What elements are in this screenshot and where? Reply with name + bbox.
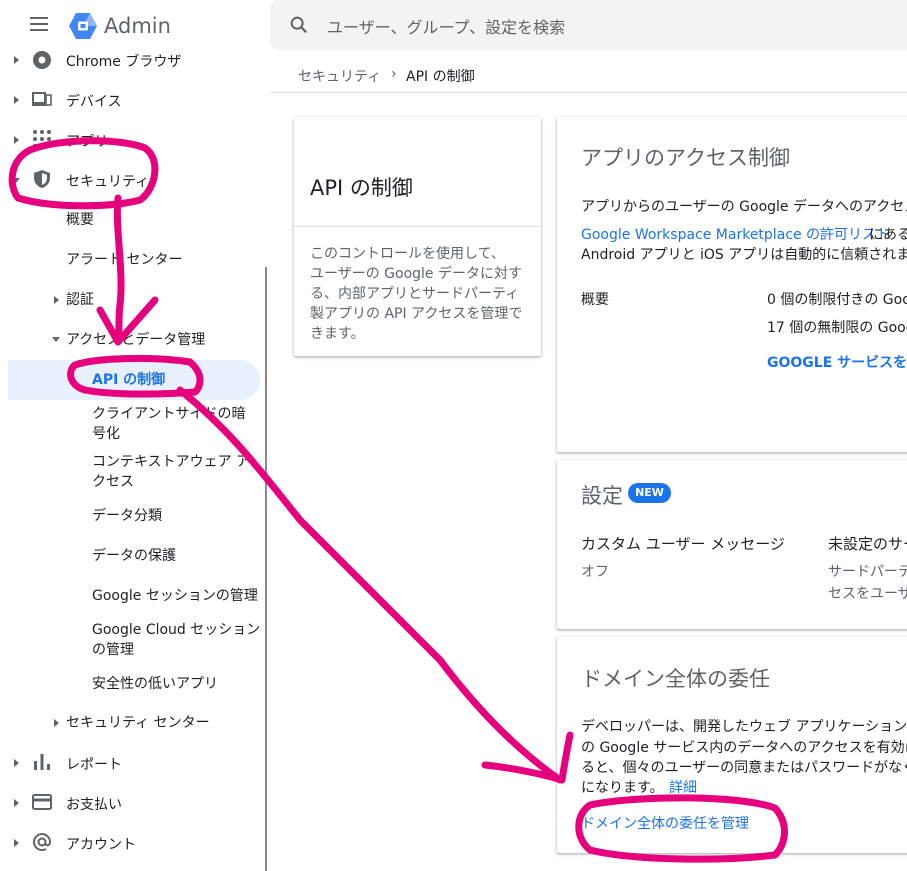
sidebar-item-cloud-session-1[interactable]: Google Cloud セッション	[92, 620, 260, 640]
app-access-description: Android アプリと iOS アプリは自動的に信頼されます	[581, 247, 907, 263]
sidebar-item-security-center[interactable]: セキュリティ センター	[66, 713, 210, 733]
sidebar-item-api-control[interactable]: API の制御	[92, 370, 165, 390]
manage-google-services-link[interactable]: GOOGLE サービスを管	[767, 352, 907, 372]
breadcrumb-separator: ›	[391, 66, 397, 82]
unset-services-description: セスをユーザ	[828, 586, 907, 602]
app-access-description: にある	[869, 227, 907, 243]
sidebar-item-chrome[interactable]: Chrome ブラウザ	[0, 40, 262, 80]
overview-label: 概要	[581, 292, 609, 308]
sidebar-item-label: アカウント	[66, 837, 136, 853]
sidebar-item-auth[interactable]: 認証	[66, 290, 94, 310]
card-description-line: きます。	[310, 326, 365, 342]
custom-message-value: オフ	[581, 564, 609, 580]
sidebar-item-label: デバイス	[66, 94, 122, 110]
caret-right-icon	[14, 799, 19, 807]
sidebar-item-alert-center[interactable]: アラート センター	[66, 250, 182, 270]
card-description-line: る、内部アプリとサードパーティ	[310, 286, 520, 302]
new-badge: NEW	[628, 483, 671, 503]
unset-services-description: サードパーテ	[828, 564, 907, 580]
card-divider	[294, 226, 541, 227]
card-description-line: 製アプリの API アクセスを管理で	[310, 306, 523, 322]
credit-card-icon	[32, 794, 52, 810]
delegation-description: になります。	[581, 780, 664, 796]
api-control-card-title: API の制御	[310, 176, 413, 200]
sidebar-item-account[interactable]: アカウント	[0, 823, 262, 863]
sidebar-item-reports[interactable]: レポート	[0, 743, 262, 783]
caret-down-icon	[12, 178, 20, 183]
chrome-icon	[33, 51, 51, 69]
sidebar-divider	[265, 267, 267, 871]
settings-card-title: 設定	[581, 484, 623, 508]
sidebar-item-label: セキュリティ	[66, 174, 150, 190]
sidebar-item-apps[interactable]: アプリ	[0, 120, 262, 160]
sidebar-item-data-classification[interactable]: データ分類	[92, 506, 162, 526]
sidebar-item-security[interactable]: セキュリティ	[0, 160, 262, 200]
caret-right-icon	[54, 719, 59, 727]
unrestricted-count: 17 個の無制限の Goog	[767, 320, 907, 336]
sidebar-item-context-aware-2[interactable]: クセス	[92, 472, 134, 492]
sidebar-item-client-side-encryption-2[interactable]: 号化	[92, 424, 120, 444]
caret-right-icon	[54, 296, 59, 304]
unset-services-label[interactable]: 未設定のサー	[828, 533, 907, 554]
marketplace-allowlist-link[interactable]: Google Workspace Marketplace の許可リスト	[581, 224, 890, 244]
delegation-description: ると、個々のユーザーの同意またはパスワードがなく	[581, 760, 907, 776]
learn-more-link[interactable]: 詳細	[669, 777, 697, 797]
caret-right-icon	[14, 136, 19, 144]
caret-right-icon	[14, 759, 19, 767]
at-sign-icon	[33, 833, 52, 852]
search-icon[interactable]	[288, 14, 310, 36]
hamburger-menu-icon[interactable]	[30, 17, 50, 33]
shield-icon	[34, 170, 50, 188]
sidebar-item-less-secure-apps[interactable]: 安全性の低いアプリ	[92, 674, 218, 694]
sidebar-item-cloud-session-2[interactable]: の管理	[92, 640, 134, 660]
sidebar-item-billing[interactable]: お支払い	[0, 783, 262, 823]
breadcrumb-divider	[270, 92, 907, 93]
caret-down-icon	[52, 337, 60, 342]
devices-icon	[32, 92, 52, 106]
sidebar-item-client-side-encryption-1[interactable]: クライアントサイドの暗	[92, 404, 245, 424]
sidebar-item-context-aware-1[interactable]: コンテキストアウェア ア	[92, 452, 250, 472]
admin-hexagon-logo-icon	[69, 13, 97, 39]
delegation-description: デベロッパーは、開発したウェブ アプリケーション	[581, 719, 907, 735]
apps-grid-icon	[33, 130, 51, 148]
breadcrumb-current: API の制御	[406, 69, 475, 85]
caret-right-icon	[14, 56, 19, 64]
domain-delegation-card-title: ドメイン全体の委任	[581, 667, 770, 691]
caret-right-icon	[14, 839, 19, 847]
app-access-description: アプリからのユーザーの Google データへのアクセス	[581, 199, 907, 215]
search-bar[interactable]: ユーザー、グループ、設定を検索	[270, 0, 907, 50]
sidebar-item-data-protection[interactable]: データの保護	[92, 546, 176, 566]
card-description-line: このコントロールを使用して、	[310, 246, 505, 262]
sidebar-item-label: Chrome ブラウザ	[66, 54, 182, 70]
caret-right-icon	[14, 96, 19, 104]
sidebar-item-google-session[interactable]: Google セッションの管理	[92, 586, 258, 606]
card-description-line: ユーザーの Google データに対す	[310, 266, 522, 282]
manage-domain-delegation-link[interactable]: ドメイン全体の委任を管理	[581, 813, 749, 833]
sidebar-item-access-data[interactable]: アクセスとデータ管理	[66, 330, 205, 350]
sidebar-item-label: レポート	[66, 757, 122, 773]
app-access-card-title: アプリのアクセス制御	[581, 146, 790, 170]
sidebar-item-label: お支払い	[66, 797, 122, 813]
delegation-description: の Google サービス内のデータへのアクセスを有効に	[581, 740, 907, 756]
search-input[interactable]: ユーザー、グループ、設定を検索	[327, 14, 565, 38]
annotation-arrow-long	[176, 386, 564, 784]
app-brand[interactable]: Admin	[104, 14, 171, 38]
sidebar-item-overview[interactable]: 概要	[66, 210, 94, 230]
sidebar-item-label: アプリ	[66, 134, 108, 150]
custom-message-label[interactable]: カスタム ユーザー メッセージ	[581, 533, 785, 554]
breadcrumb-security[interactable]: セキュリティ	[298, 66, 381, 86]
bar-chart-icon	[34, 754, 50, 770]
sidebar-item-devices[interactable]: デバイス	[0, 80, 262, 120]
restricted-count: 0 個の制限付きの Goog	[767, 292, 907, 308]
